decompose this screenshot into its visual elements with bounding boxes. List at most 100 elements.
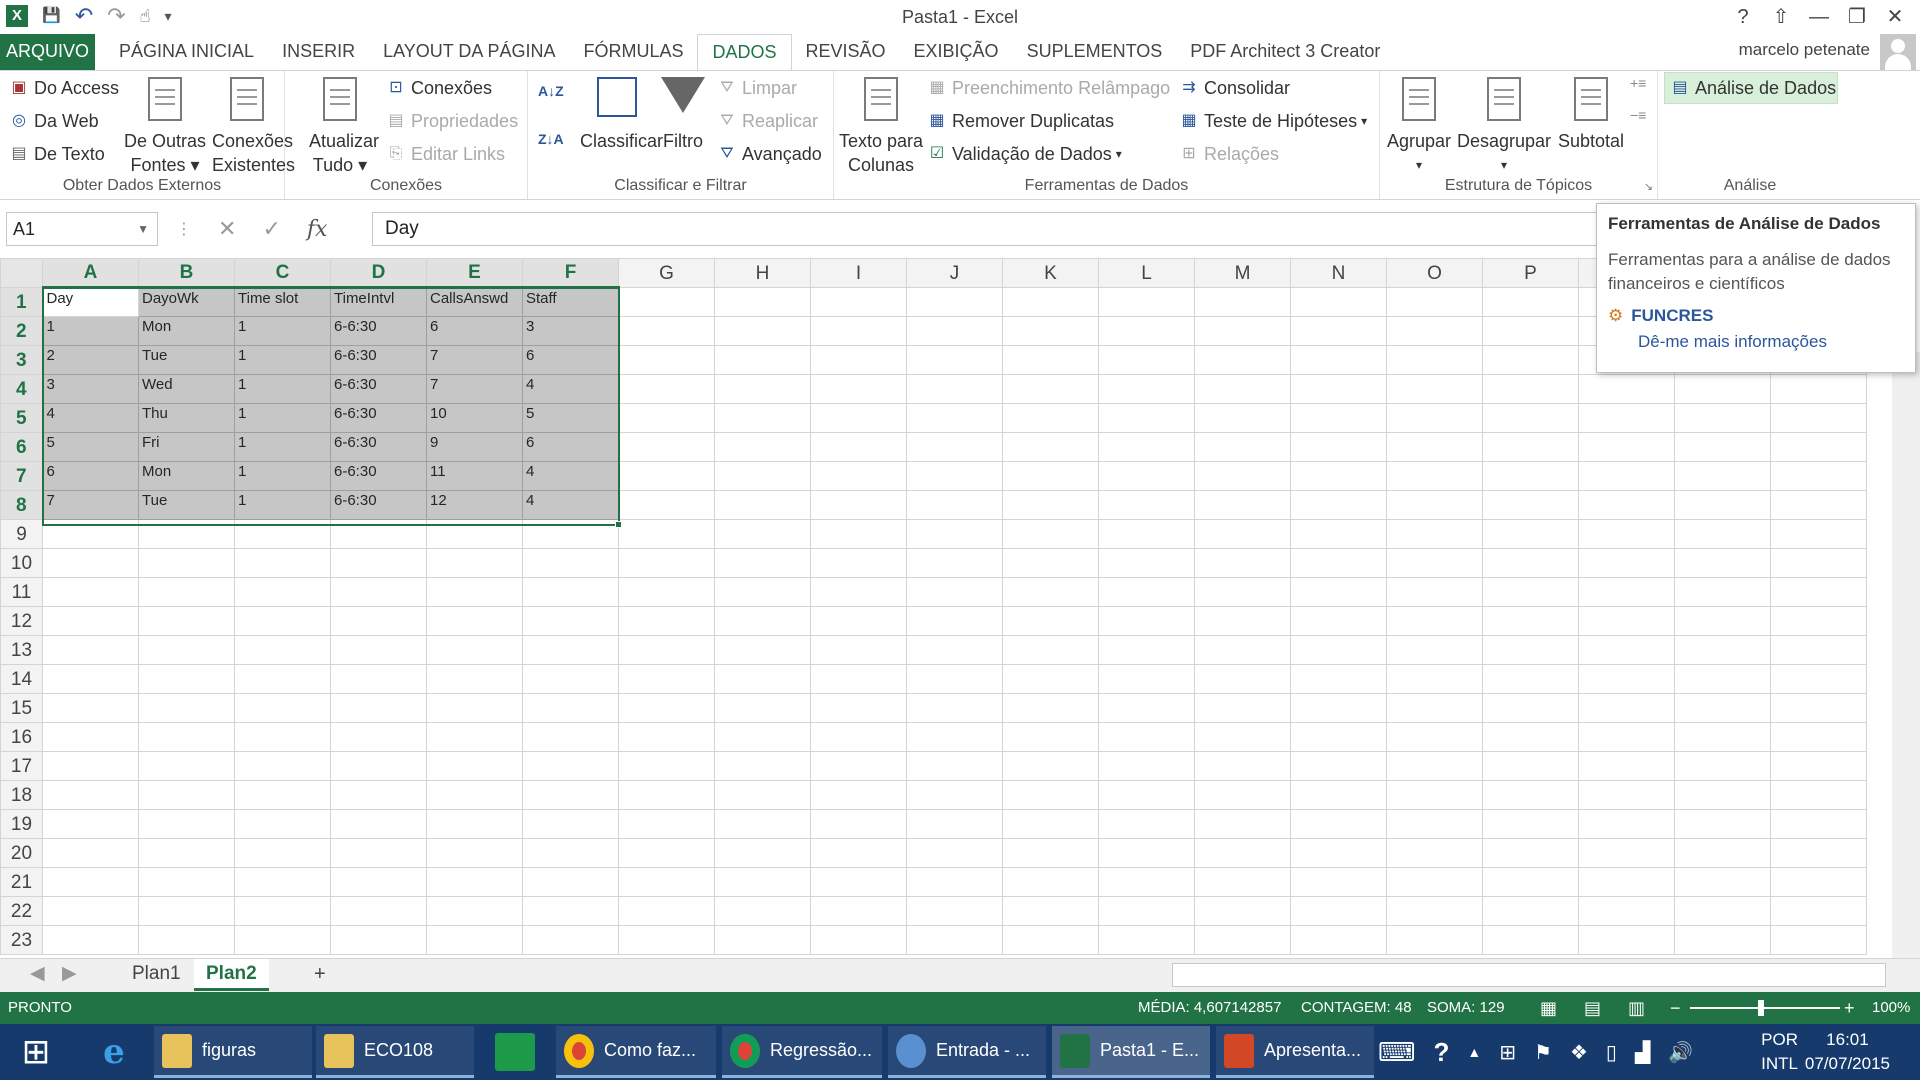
cell[interactable] <box>138 664 235 694</box>
cell[interactable] <box>1386 867 1483 897</box>
cell[interactable] <box>426 519 523 549</box>
cell[interactable] <box>1578 490 1675 520</box>
row-header[interactable]: 12 <box>0 606 43 636</box>
cell[interactable] <box>714 722 811 752</box>
cell[interactable] <box>1770 635 1867 665</box>
cell[interactable] <box>1290 722 1387 752</box>
cell[interactable] <box>1578 374 1675 404</box>
cell[interactable] <box>1770 838 1867 868</box>
cell[interactable] <box>1770 432 1867 462</box>
help-button[interactable]: ? <box>1724 2 1762 32</box>
cell[interactable]: Fri <box>138 432 235 462</box>
cell[interactable] <box>1002 519 1099 549</box>
cell[interactable]: 1 <box>234 461 331 491</box>
cell[interactable] <box>1770 693 1867 723</box>
consolidar-button[interactable]: ⇉ Consolidar <box>1178 77 1290 99</box>
cell[interactable] <box>1194 635 1291 665</box>
cell[interactable] <box>1578 809 1675 839</box>
cell[interactable] <box>330 519 427 549</box>
cell[interactable] <box>42 780 139 810</box>
cell[interactable] <box>1770 403 1867 433</box>
cell[interactable] <box>618 577 715 607</box>
cell[interactable] <box>138 635 235 665</box>
cell[interactable] <box>138 519 235 549</box>
cell[interactable] <box>714 809 811 839</box>
cell[interactable] <box>714 635 811 665</box>
cell[interactable] <box>1674 635 1771 665</box>
tab-pagina-inicial[interactable]: PÁGINA INICIAL <box>105 34 268 70</box>
conexoes-button[interactable]: ⊡ Conexões <box>385 77 492 99</box>
taskbar-item-powerpoint[interactable]: Apresenta... <box>1216 1026 1374 1078</box>
conexoes-existentes-button[interactable]: Conexões Existentes <box>212 77 295 177</box>
cell[interactable] <box>618 635 715 665</box>
action-center-flag-icon[interactable]: ⚑ <box>1534 1040 1552 1065</box>
row-header[interactable]: 23 <box>0 925 43 955</box>
cell[interactable] <box>42 722 139 752</box>
enter-icon[interactable]: ✓ <box>262 216 280 242</box>
cell[interactable] <box>1002 490 1099 520</box>
cell[interactable] <box>1194 925 1291 955</box>
cell[interactable] <box>1290 287 1387 317</box>
cell[interactable] <box>426 838 523 868</box>
column-header[interactable]: F <box>522 258 619 289</box>
column-header[interactable]: G <box>618 258 715 288</box>
cell[interactable]: 4 <box>42 403 139 433</box>
cell[interactable]: DayoWk <box>138 287 235 317</box>
taskbar-item-thunderbird[interactable]: Entrada - ... <box>888 1026 1046 1078</box>
cell[interactable] <box>426 693 523 723</box>
cell[interactable] <box>1674 432 1771 462</box>
cell[interactable] <box>810 287 907 317</box>
keyboard-icon[interactable]: ⌨ <box>1378 1037 1416 1068</box>
cell[interactable] <box>42 606 139 636</box>
cell[interactable]: Tue <box>138 490 235 520</box>
cell[interactable] <box>42 809 139 839</box>
cell[interactable] <box>1674 722 1771 752</box>
select-all-corner[interactable] <box>0 258 43 288</box>
taskbar-item-excel[interactable]: Pasta1 - E... <box>1052 1026 1210 1078</box>
row-header[interactable]: 13 <box>0 635 43 665</box>
cell[interactable] <box>906 519 1003 549</box>
page-break-view-icon[interactable]: ▥ <box>1628 992 1645 1024</box>
cell[interactable] <box>618 461 715 491</box>
cell[interactable] <box>1674 548 1771 578</box>
cell[interactable] <box>1290 606 1387 636</box>
cell[interactable]: 5 <box>522 403 619 433</box>
cell[interactable] <box>1194 461 1291 491</box>
cell[interactable] <box>1386 809 1483 839</box>
cell[interactable]: 12 <box>426 490 523 520</box>
row-header[interactable]: 7 <box>0 461 44 491</box>
internet-explorer-button[interactable]: e <box>78 1026 150 1078</box>
cell[interactable]: Wed <box>138 374 235 404</box>
cell[interactable] <box>426 780 523 810</box>
cell[interactable] <box>810 548 907 578</box>
cell[interactable]: 6 <box>426 316 523 346</box>
cell[interactable] <box>1290 316 1387 346</box>
cell[interactable] <box>810 316 907 346</box>
cell[interactable] <box>1290 867 1387 897</box>
cell[interactable] <box>522 780 619 810</box>
cell[interactable] <box>906 374 1003 404</box>
cell[interactable] <box>1386 490 1483 520</box>
tab-inserir[interactable]: INSERIR <box>268 34 369 70</box>
cell[interactable] <box>1386 925 1483 955</box>
cell[interactable] <box>810 780 907 810</box>
cell[interactable] <box>810 490 907 520</box>
cell[interactable] <box>234 809 331 839</box>
column-header[interactable]: D <box>330 258 427 289</box>
cell[interactable]: Mon <box>138 461 235 491</box>
cell[interactable] <box>1290 577 1387 607</box>
cell[interactable]: 7 <box>42 490 139 520</box>
cell[interactable] <box>234 780 331 810</box>
cell[interactable] <box>1002 635 1099 665</box>
cell[interactable] <box>618 925 715 955</box>
cell[interactable] <box>810 461 907 491</box>
cell[interactable] <box>1482 635 1579 665</box>
power-icon[interactable]: ▯ <box>1606 1040 1617 1065</box>
cell[interactable] <box>1194 693 1291 723</box>
cell[interactable] <box>330 664 427 694</box>
cell[interactable] <box>1386 838 1483 868</box>
cell[interactable] <box>138 780 235 810</box>
cell[interactable] <box>1386 780 1483 810</box>
agrupar-button[interactable]: Agrupar ▾ <box>1384 77 1454 177</box>
zoom-in-icon[interactable]: + <box>1844 992 1855 1024</box>
